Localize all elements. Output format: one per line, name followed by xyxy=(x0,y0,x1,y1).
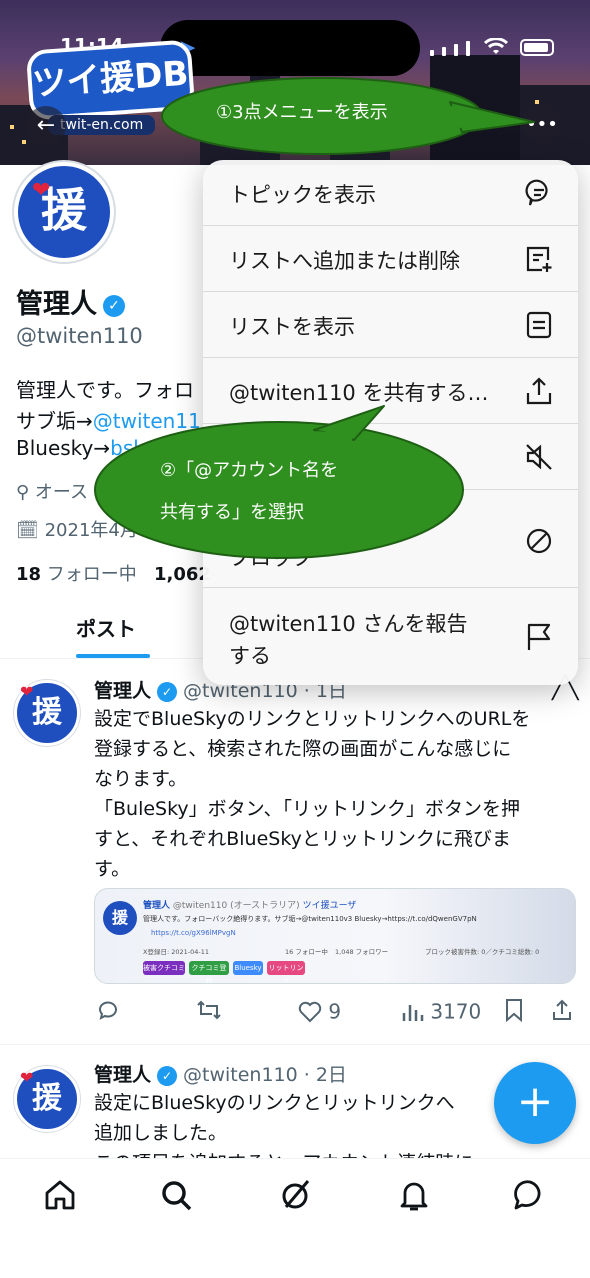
verified-badge-icon: ✓ xyxy=(157,1065,178,1086)
menu-item-label: リストへ追加または削除 xyxy=(229,249,460,273)
notifications-icon xyxy=(400,1182,428,1211)
embed-chip: クチコミ登録 xyxy=(189,961,229,983)
bio-text: サブ垢→ xyxy=(16,409,93,433)
post-author-name[interactable]: 管理人 xyxy=(94,1064,151,1086)
battery-icon xyxy=(520,39,554,56)
heart-icon: ❤ xyxy=(32,178,51,203)
block-icon xyxy=(526,528,552,554)
location-text: オース xyxy=(34,482,89,503)
bookmark-button[interactable] xyxy=(504,998,524,1027)
embed-chip: 被害クチコミ xyxy=(143,961,185,975)
views-button[interactable]: 3170 xyxy=(400,998,481,1024)
bottom-navigation xyxy=(0,1158,590,1278)
following-label: フォロー中 xyxy=(46,564,137,585)
divider xyxy=(0,1044,590,1045)
profile-location: ⚲ オース xyxy=(16,478,88,504)
following-count: 18 xyxy=(16,564,42,585)
like-count: 9 xyxy=(328,999,342,1024)
share-icon xyxy=(553,999,571,1020)
callout-1-text: ①3点メニューを表示 xyxy=(216,102,388,123)
calendar-icon: 🗓 xyxy=(16,520,39,541)
post-text: 設定でBlueSkyのリンクとリットリンクへのURLを 登録すると、検索された際… xyxy=(94,704,580,884)
nav-home[interactable] xyxy=(42,1177,82,1217)
wifi-icon xyxy=(484,38,508,54)
mute-icon xyxy=(526,444,552,470)
profile-name: 管理人 ✓ xyxy=(16,282,125,321)
views-icon xyxy=(402,1004,424,1021)
list-icon xyxy=(526,311,552,339)
post-line: 「BuleSky」ボタン、「リットリンク」ボタンを押 xyxy=(94,798,521,820)
menu-item-label: する xyxy=(229,644,271,668)
menu-item-view-lists[interactable]: リストを表示 xyxy=(203,292,578,358)
embed-name: 管理人 xyxy=(143,901,171,911)
menu-item-label: トピックを表示 xyxy=(229,183,376,207)
list-add-icon xyxy=(526,246,552,272)
menu-item-add-remove-list[interactable]: リストへ追加または削除 xyxy=(203,226,578,292)
flag-icon xyxy=(527,623,551,650)
heart-icon: ❤ xyxy=(20,1068,34,1087)
embed-avatar: 援 xyxy=(103,901,137,935)
bio-line-1: 管理人です。フォロ xyxy=(16,378,194,402)
profile-name-text: 管理人 xyxy=(16,289,97,320)
back-button[interactable]: ← xyxy=(26,106,66,146)
profile-avatar[interactable]: 援 xyxy=(14,162,114,262)
embed-chip: リットリンク xyxy=(267,961,305,983)
nav-messages[interactable] xyxy=(512,1177,552,1217)
embed-chip: Bluesky xyxy=(233,961,263,975)
views-count: 3170 xyxy=(430,999,482,1024)
location-pin-icon: ⚲ xyxy=(16,482,30,503)
nav-notifications[interactable] xyxy=(396,1177,436,1217)
heart-icon: ❤ xyxy=(20,682,34,701)
embed-handle: @twiten110 xyxy=(172,901,228,911)
share-icon xyxy=(526,377,552,405)
nav-search[interactable] xyxy=(158,1177,198,1217)
reply-icon xyxy=(99,1001,117,1020)
reply-button[interactable] xyxy=(96,998,120,1027)
embed-badge: ツイ援ユーザ xyxy=(302,901,357,911)
profile-handle: @twiten110 xyxy=(16,324,143,348)
heart-outline-icon xyxy=(298,1001,322,1022)
embed-region: (オーストラリア) xyxy=(230,901,300,911)
repost-button[interactable] xyxy=(196,998,222,1027)
embed-registered: X登録日: 2021-04-11 xyxy=(143,948,209,956)
arrow-left-icon: ← xyxy=(36,113,56,138)
post-line: 設定でBlueSkyのリンクとリットリンクへのURLを xyxy=(94,708,531,730)
grok-icon xyxy=(282,1180,310,1209)
post-header: 管理人 ✓ @twiten110 · 2日 xyxy=(94,1060,347,1087)
menu-item-report[interactable]: @twiten110 さんを報告 する xyxy=(203,588,578,685)
embed-followers: 1,048 フォロワー xyxy=(335,948,389,956)
menu-item-label: @twiten110 さんを報告 xyxy=(229,612,468,636)
home-icon xyxy=(45,1180,75,1210)
bookmark-icon xyxy=(506,999,522,1023)
post-author-name[interactable]: 管理人 xyxy=(94,680,151,702)
verified-badge-icon: ✓ xyxy=(157,681,178,702)
search-icon xyxy=(162,1181,192,1211)
post-line: す。 xyxy=(94,858,131,880)
callout-2-bubble xyxy=(94,405,464,559)
embed-following: 16 フォロー中 xyxy=(285,948,328,956)
status-icons xyxy=(430,38,554,56)
like-button[interactable]: 9 xyxy=(298,998,341,1024)
topic-icon xyxy=(525,179,548,206)
callout-2-text-line-2: 共有する」を選択 xyxy=(160,502,304,523)
embed-bio: 管理人です。フォローバック絶得ります。サブ垢→@twiten110v3 Blue… xyxy=(143,915,477,923)
post-image[interactable]: 援 管理人 @twiten110 (オーストラリア) ツイ援ユーザ 管理人です。… xyxy=(94,888,576,984)
embed-block-stats: ブロック被害件数: 0／クチコミ総数: 0 xyxy=(425,948,540,956)
post-handle-time: @twiten110 · 2日 xyxy=(183,1064,347,1086)
dynamic-island xyxy=(160,20,420,76)
nav-grok[interactable] xyxy=(278,1177,318,1217)
messages-icon xyxy=(514,1180,541,1210)
compose-post-button[interactable]: + xyxy=(494,1062,576,1144)
repost-icon xyxy=(197,1000,221,1020)
menu-item-label: リストを表示 xyxy=(229,315,355,339)
post-line: すと、それぞれBlueSkyとリットリンクに飛びま xyxy=(94,828,511,850)
embed-link: https://t.co/gX96lMPvgN xyxy=(151,929,236,937)
post-line: 登録すると、検索された際の画面がこんな感じに xyxy=(94,738,512,760)
verified-badge-icon: ✓ xyxy=(103,294,125,317)
callout-2-text-line-1: ②「@アカウント名を xyxy=(160,460,339,481)
share-button[interactable] xyxy=(550,998,574,1027)
post-line: なります。 xyxy=(94,768,188,790)
embed-header: 管理人 @twiten110 (オーストラリア) ツイ援ユーザ xyxy=(143,898,356,911)
tab-posts[interactable]: ポスト xyxy=(76,613,136,642)
